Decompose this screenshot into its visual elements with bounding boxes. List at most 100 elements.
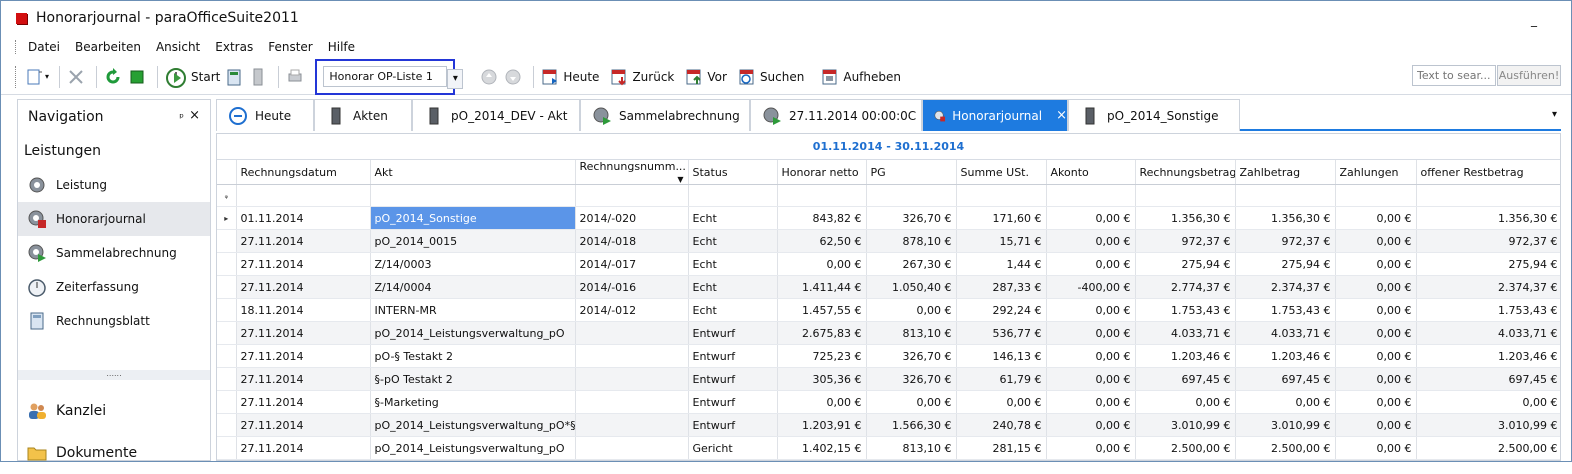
nav-item-honorarjournal[interactable]: Honorarjournal — [18, 202, 210, 236]
nav-group-kanzlei[interactable]: Kanzlei — [18, 390, 210, 432]
table-cell[interactable]: 305,36 € — [777, 367, 867, 391]
aufheben-button[interactable]: Aufheben — [820, 64, 901, 90]
table-cell[interactable]: 0,00 € — [866, 298, 957, 322]
table-cell[interactable]: pO_2014_Leistungsverwaltung_pO — [370, 436, 576, 460]
filter-cell[interactable] — [956, 184, 1047, 207]
table-cell[interactable]: 2.774,37 € — [1135, 275, 1236, 299]
menu-bearbeiten[interactable]: Bearbeiten — [75, 40, 141, 54]
column-header[interactable]: Honorar netto — [777, 160, 867, 185]
filter-cell[interactable] — [688, 184, 778, 207]
table-cell[interactable]: 0,00 € — [1416, 390, 1560, 414]
table-cell[interactable]: Entwurf — [688, 367, 778, 391]
table-cell[interactable]: 0,00 € — [1335, 275, 1417, 299]
table-cell[interactable]: 3.010,99 € — [1416, 413, 1560, 437]
table-cell[interactable]: 0,00 € — [1335, 367, 1417, 391]
down-button[interactable] — [503, 64, 523, 90]
table-cell[interactable]: Entwurf — [688, 413, 778, 437]
table-cell[interactable]: Entwurf — [688, 390, 778, 414]
table-cell[interactable]: pO_2014_0015 — [370, 229, 576, 253]
table-cell[interactable]: 171,60 € — [956, 206, 1047, 230]
table-row[interactable]: 27.11.2014 Z/14/0004 2014/-016 Echt 1.411,44… — [217, 275, 1560, 299]
table-cell[interactable]: 0,00 € — [1335, 321, 1417, 345]
table-row[interactable]: 27.11.2014 §-Marketing Entwurf 0,00 €0,00 €… — [217, 390, 1560, 414]
table-cell[interactable]: 01.11.2014 — [236, 206, 371, 230]
table-cell[interactable]: Echt — [688, 229, 778, 253]
table-cell[interactable]: pO_2014_Leistungsverwaltung_pO*§ — [370, 413, 576, 437]
table-cell[interactable]: Echt — [688, 275, 778, 299]
table-row[interactable]: 27.11.2014 §-pO Testakt 2 Entwurf 305,36 €3… — [217, 367, 1560, 391]
tab-heute[interactable]: Heute — [216, 99, 314, 131]
table-cell[interactable]: pO_2014_Leistungsverwaltung_pO — [370, 321, 576, 345]
table-cell[interactable]: 275,94 € — [1235, 252, 1336, 276]
table-cell[interactable]: 4.033,71 € — [1416, 321, 1560, 345]
table-cell[interactable]: INTERN-MR — [370, 298, 576, 322]
table-cell[interactable]: 27.11.2014 — [236, 321, 371, 345]
tab-akten[interactable]: Akten — [314, 99, 412, 131]
filter-cell[interactable] — [1046, 184, 1136, 207]
table-cell[interactable]: -400,00 € — [1046, 275, 1136, 299]
chevron-down-icon[interactable]: ▾ — [447, 68, 464, 89]
filter-cell[interactable] — [1335, 184, 1417, 207]
table-cell[interactable]: 1.457,55 € — [777, 298, 867, 322]
table-cell[interactable]: 0,00 € — [1046, 436, 1136, 460]
table-cell[interactable]: 0,00 € — [1335, 390, 1417, 414]
table-cell[interactable]: 2.374,37 € — [1235, 275, 1336, 299]
nav-item-sammelabrechnung[interactable]: Sammelabrechnung — [18, 236, 210, 270]
filter-cell[interactable] — [236, 184, 371, 207]
table-cell[interactable]: 240,78 € — [956, 413, 1047, 437]
table-cell[interactable]: 3.010,99 € — [1135, 413, 1236, 437]
table-cell[interactable]: 2014/-016 — [575, 275, 689, 299]
column-header[interactable]: offener Restbetrag — [1416, 160, 1560, 185]
table-cell[interactable]: 287,33 € — [956, 275, 1047, 299]
table-cell[interactable]: 697,45 € — [1416, 367, 1560, 391]
table-cell[interactable]: 0,00 € — [1335, 252, 1417, 276]
table-cell[interactable]: 0,00 € — [1046, 390, 1136, 414]
table-cell[interactable]: 0,00 € — [777, 390, 867, 414]
table-cell[interactable]: Z/14/0004 — [370, 275, 576, 299]
table-cell[interactable]: Gericht — [688, 436, 778, 460]
table-cell[interactable] — [575, 367, 689, 391]
column-header[interactable]: Zahlbetrag — [1235, 160, 1336, 185]
table-cell[interactable]: 3.010,99 € — [1235, 413, 1336, 437]
save-button[interactable] — [127, 64, 147, 90]
table-cell[interactable]: 4.033,71 € — [1235, 321, 1336, 345]
menu-datei[interactable]: Datei — [28, 40, 60, 54]
table-cell[interactable]: 2014/-018 — [575, 229, 689, 253]
table-cell[interactable]: Z/14/0003 — [370, 252, 576, 276]
filter-cell[interactable] — [1135, 184, 1236, 207]
table-cell[interactable]: 843,82 € — [777, 206, 867, 230]
table-cell[interactable]: 27.11.2014 — [236, 367, 371, 391]
table-cell[interactable]: 2.500,00 € — [1235, 436, 1336, 460]
nav-item-leistung[interactable]: Leistung — [18, 168, 210, 202]
column-header[interactable]: Rechnungsbetrag — [1135, 160, 1236, 185]
table-cell[interactable]: 1.203,91 € — [777, 413, 867, 437]
table-cell[interactable]: 0,00 € — [956, 390, 1047, 414]
table-row[interactable]: 27.11.2014 pO_2014_Leistungsverwaltung_pO… — [217, 436, 1560, 460]
table-cell[interactable]: 813,10 € — [866, 436, 957, 460]
table-cell[interactable]: 275,94 € — [1416, 252, 1560, 276]
search-run-button[interactable]: Ausführen! — [1497, 65, 1561, 86]
table-cell[interactable]: 1.411,44 € — [777, 275, 867, 299]
table-cell[interactable]: 1.356,30 € — [1235, 206, 1336, 230]
nav-splitter[interactable]: ...... — [18, 370, 210, 380]
table-cell[interactable]: 326,70 € — [866, 206, 957, 230]
nav-group-dokumente[interactable]: Dokumente — [18, 432, 210, 474]
table-cell[interactable]: 2014/-017 — [575, 252, 689, 276]
table-cell[interactable]: 2.500,00 € — [1135, 436, 1236, 460]
table-cell[interactable]: 1.203,46 € — [1235, 344, 1336, 368]
filter-cell[interactable] — [575, 184, 689, 207]
table-cell[interactable]: 2.500,00 € — [1416, 436, 1560, 460]
table-cell[interactable]: 27.11.2014 — [236, 344, 371, 368]
table-row[interactable]: 27.11.2014 pO-§ Testakt 2 Entwurf 725,23 €3… — [217, 344, 1560, 368]
heute-button[interactable]: Heute — [540, 64, 599, 90]
table-cell[interactable]: 0,00 € — [1335, 344, 1417, 368]
table-cell[interactable]: 27.11.2014 — [236, 413, 371, 437]
refresh-button[interactable] — [103, 64, 123, 90]
table-cell[interactable]: 0,00 € — [1046, 206, 1136, 230]
table-cell[interactable]: 1.203,46 € — [1416, 344, 1560, 368]
table-cell[interactable]: Echt — [688, 298, 778, 322]
column-header[interactable]: Akonto — [1046, 160, 1136, 185]
table-cell[interactable]: 0,00 € — [1046, 321, 1136, 345]
table-cell[interactable]: 27.11.2014 — [236, 229, 371, 253]
table-cell[interactable]: pO_2014_Sonstige — [370, 206, 576, 230]
